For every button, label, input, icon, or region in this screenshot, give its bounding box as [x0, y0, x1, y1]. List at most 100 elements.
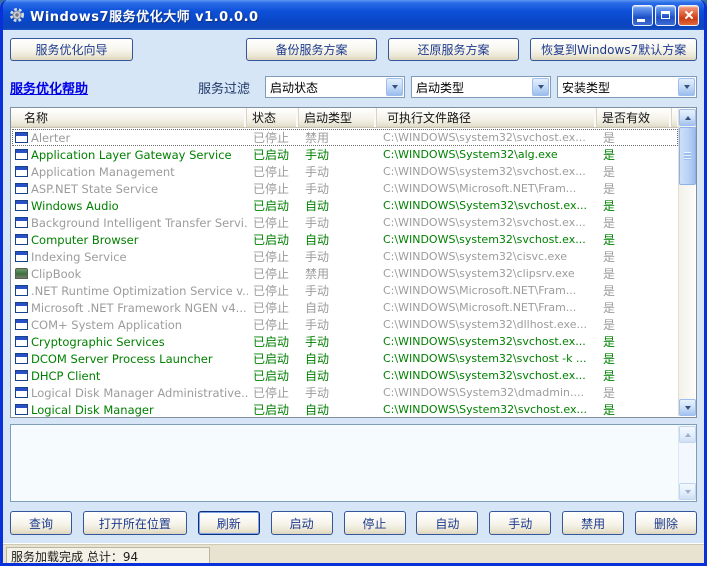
service-status: 已停止: [248, 248, 300, 265]
col-header-valid[interactable]: 是否有效: [597, 108, 672, 127]
delete-button[interactable]: 删除: [635, 511, 697, 535]
service-status: 已停止: [248, 214, 300, 231]
open-location-button[interactable]: 打开所在位置: [83, 511, 187, 535]
service-startup-type: 自动: [300, 299, 378, 316]
table-row[interactable]: Application Layer Gateway Service 已启动 手动…: [12, 146, 678, 163]
service-status: 已停止: [248, 282, 300, 299]
query-button[interactable]: 查询: [10, 511, 72, 535]
service-valid: 是: [598, 231, 673, 248]
service-valid: 是: [598, 129, 673, 146]
service-path: C:\WINDOWS\system32\svchost.ex...: [378, 163, 598, 180]
service-description-box[interactable]: [10, 424, 697, 502]
service-name: Microsoft .NET Framework NGEN v4...: [31, 301, 247, 315]
close-icon: [684, 10, 694, 20]
service-valid: 是: [598, 299, 673, 316]
restore-plan-button[interactable]: 还原服务方案: [388, 38, 519, 61]
chevron-down-icon[interactable]: [386, 78, 403, 96]
table-row[interactable]: ASP.NET State Service 已停止 手动 C:\WINDOWS\…: [12, 180, 678, 197]
startup-type-filter[interactable]: 启动类型: [411, 76, 551, 98]
col-header-path[interactable]: 可执行文件路径: [377, 108, 597, 127]
service-startup-type: 手动: [300, 146, 378, 163]
chevron-down-icon: [685, 490, 691, 494]
service-name: ASP.NET State Service: [31, 182, 158, 196]
service-status: 已启动: [248, 197, 300, 214]
app-window: Windows7服务优化大师 v1.0.0.0 服务优化向导 备份服务方案 还原…: [0, 0, 707, 566]
service-startup-type: 手动: [300, 180, 378, 197]
filter-label: 服务过滤: [198, 78, 250, 97]
service-path: C:\WINDOWS\system32\cisvc.exe: [378, 248, 598, 265]
table-row[interactable]: Computer Browser 已启动 自动 C:\WINDOWS\syste…: [12, 231, 678, 248]
refresh-button[interactable]: 刷新: [198, 511, 260, 535]
chevron-down-icon[interactable]: [532, 78, 549, 96]
table-row[interactable]: Microsoft .NET Framework NGEN v4... 已停止 …: [12, 299, 678, 316]
service-valid: 是: [598, 316, 673, 333]
status-bar: 服务加载完成 总计：94: [3, 543, 704, 566]
start-button[interactable]: 启动: [271, 511, 333, 535]
service-path: C:\WINDOWS\System32\dmadmin....: [378, 384, 598, 401]
scrollbar-thumb[interactable]: [679, 127, 696, 185]
service-status: 已启动: [248, 367, 300, 384]
service-icon: [15, 268, 28, 279]
install-type-filter-value: 安装类型: [558, 79, 677, 96]
table-scrollbar[interactable]: [678, 109, 695, 416]
table-row[interactable]: Indexing Service 已停止 手动 C:\WINDOWS\syste…: [12, 248, 678, 265]
maximize-button[interactable]: [655, 5, 676, 26]
service-startup-type: 手动: [300, 333, 378, 350]
maximize-icon: [661, 11, 670, 19]
table-row[interactable]: Application Management 已停止 手动 C:\WINDOWS…: [12, 163, 678, 180]
table-row[interactable]: DHCP Client 已启动 自动 C:\WINDOWS\system32\s…: [12, 367, 678, 384]
col-header-name[interactable]: 名称: [11, 108, 247, 127]
table-row[interactable]: Logical Disk Manager Administrative... 已…: [12, 384, 678, 401]
service-valid: 是: [598, 333, 673, 350]
scroll-down-button[interactable]: [679, 483, 696, 500]
close-button[interactable]: [678, 5, 699, 26]
action-button-bar: 查询 打开所在位置 刷新 启动 停止 自动 手动 禁用 删除: [10, 511, 697, 535]
help-link[interactable]: 服务优化帮助: [10, 78, 88, 97]
chevron-down-icon[interactable]: [678, 78, 695, 96]
service-path: C:\WINDOWS\system32\dllhost.exe...: [378, 316, 598, 333]
service-status: 已启动: [248, 401, 300, 417]
auto-start-button[interactable]: 自动: [416, 511, 478, 535]
col-header-status[interactable]: 状态: [247, 108, 299, 127]
disable-button[interactable]: 禁用: [562, 511, 624, 535]
service-name: DCOM Server Process Launcher: [31, 352, 213, 366]
col-header-startup-type[interactable]: 启动类型: [299, 108, 377, 127]
chevron-up-icon: [685, 433, 691, 437]
table-row[interactable]: Alerter 已停止 禁用 C:\WINDOWS\system32\svcho…: [12, 129, 678, 146]
service-valid: 是: [598, 350, 673, 367]
table-row[interactable]: COM+ System Application 已停止 手动 C:\WINDOW…: [12, 316, 678, 333]
service-valid: 是: [598, 214, 673, 231]
table-row[interactable]: Logical Disk Manager 已启动 自动 C:\WINDOWS\S…: [12, 401, 678, 417]
service-valid: 是: [598, 265, 673, 282]
table-row[interactable]: Windows Audio 已启动 自动 C:\WINDOWS\System32…: [12, 197, 678, 214]
titlebar[interactable]: Windows7服务优化大师 v1.0.0.0: [3, 0, 704, 30]
service-name: ClipBook: [31, 267, 81, 281]
scroll-down-button[interactable]: [679, 399, 696, 416]
service-name: Windows Audio: [31, 199, 119, 213]
restore-default-button[interactable]: 恢复到Windows7默认方案: [530, 38, 697, 61]
scroll-up-button[interactable]: [679, 109, 696, 126]
table-row[interactable]: ClipBook 已停止 禁用 C:\WINDOWS\system32\clip…: [12, 265, 678, 282]
startup-status-filter[interactable]: 启动状态: [265, 76, 405, 98]
service-valid: 是: [598, 180, 673, 197]
service-status: 已停止: [248, 265, 300, 282]
manual-start-button[interactable]: 手动: [489, 511, 551, 535]
table-row[interactable]: DCOM Server Process Launcher 已启动 自动 C:\W…: [12, 350, 678, 367]
stop-button[interactable]: 停止: [344, 511, 406, 535]
service-path: C:\WINDOWS\Microsoft.NET\Fram...: [378, 180, 598, 197]
wizard-button[interactable]: 服务优化向导: [10, 38, 133, 61]
minimize-button[interactable]: [632, 5, 653, 26]
gear-icon: [9, 7, 25, 23]
table-row[interactable]: Background Intelligent Transfer Servi...…: [12, 214, 678, 231]
table-row[interactable]: .NET Runtime Optimization Service v... 已…: [12, 282, 678, 299]
service-status: 已启动: [248, 231, 300, 248]
backup-plan-button[interactable]: 备份服务方案: [246, 38, 377, 61]
service-name: Cryptographic Services: [31, 335, 165, 349]
service-startup-type: 自动: [300, 367, 378, 384]
description-scrollbar[interactable]: [678, 426, 695, 500]
service-valid: 是: [598, 163, 673, 180]
scroll-up-button[interactable]: [679, 426, 696, 443]
install-type-filter[interactable]: 安装类型: [557, 76, 697, 98]
service-status: 已停止: [248, 299, 300, 316]
table-row[interactable]: Cryptographic Services 已启动 手动 C:\WINDOWS…: [12, 333, 678, 350]
